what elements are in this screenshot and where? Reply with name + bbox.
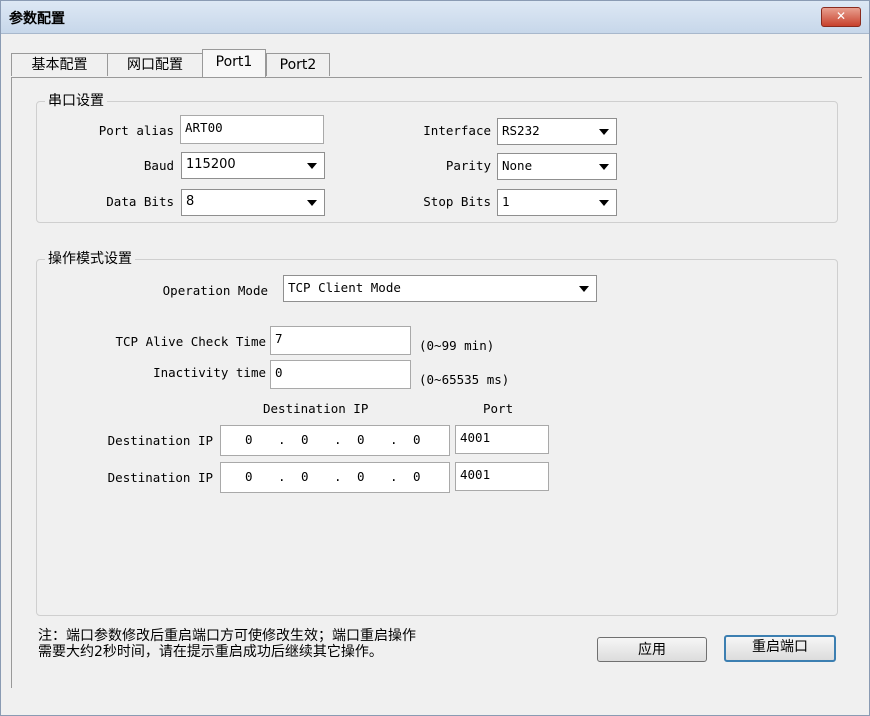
ip-dot: .	[278, 432, 286, 447]
chevron-down-icon	[599, 164, 609, 170]
tab-basic-config[interactable]: 基本配置	[11, 53, 108, 76]
operation-mode-legend: 操作模式设置	[45, 248, 135, 268]
destination-ip-header: Destination IP	[263, 401, 369, 416]
baud-select[interactable]: 115200	[181, 152, 325, 179]
ip-dot: .	[278, 469, 286, 484]
baud-value: 115200	[186, 157, 236, 172]
inactivity-range: (0~65535 ms)	[419, 372, 510, 387]
title-bar: 参数配置 ✕	[1, 1, 869, 34]
window-title: 参数配置	[9, 11, 65, 27]
serial-settings-legend: 串口设置	[45, 90, 107, 110]
parity-label: Parity	[445, 158, 491, 173]
ip-dot: .	[390, 432, 398, 447]
ip-octet[interactable]: 0	[413, 432, 421, 447]
tcp-alive-range: (0~99 min)	[419, 338, 495, 353]
destination-ip-input-1[interactable]: 0 . 0 . 0 . 0	[220, 425, 450, 456]
interface-select[interactable]: RS232	[497, 118, 617, 145]
chevron-down-icon	[307, 200, 317, 206]
ip-dot: .	[334, 432, 342, 447]
stop-bits-label: Stop Bits	[423, 194, 491, 209]
chevron-down-icon	[599, 129, 609, 135]
ip-octet[interactable]: 0	[357, 432, 365, 447]
tab-network-config[interactable]: 网口配置	[107, 53, 203, 76]
interface-label: Interface	[423, 123, 491, 138]
data-bits-select[interactable]: 8	[181, 189, 325, 216]
destination-port-input-1[interactable]: 4001	[455, 425, 549, 454]
port-alias-label: Port alias	[98, 123, 174, 138]
interface-value: RS232	[502, 123, 540, 138]
destination-ip-label-1: Destination IP	[107, 433, 213, 448]
restart-note: 注：端口参数修改后重启端口方可使修改生效；端口重启操作 需要大约2秒时间，请在提…	[38, 628, 416, 660]
restart-note-line-2: 需要大约2秒时间，请在提示重启成功后继续其它操作。	[38, 644, 383, 660]
restart-note-line-1: 注：端口参数修改后重启端口方可使修改生效；端口重启操作	[38, 628, 416, 644]
destination-port-input-2[interactable]: 4001	[455, 462, 549, 491]
apply-button[interactable]: 应用	[597, 637, 707, 662]
ip-octet[interactable]: 0	[413, 469, 421, 484]
stop-bits-value: 1	[502, 194, 510, 209]
data-bits-label: Data Bits	[106, 194, 174, 209]
ip-octet[interactable]: 0	[357, 469, 365, 484]
tcp-alive-label: TCP Alive Check Time	[115, 334, 266, 349]
destination-ip-input-2[interactable]: 0 . 0 . 0 . 0	[220, 462, 450, 493]
data-bits-value: 8	[186, 194, 195, 209]
ip-octet[interactable]: 0	[301, 469, 309, 484]
tab-port2[interactable]: Port2	[266, 53, 330, 76]
port-header: Port	[483, 401, 514, 416]
restart-port-button[interactable]: 重启端口	[724, 635, 836, 662]
baud-label: Baud	[143, 158, 174, 173]
ip-dot: .	[390, 469, 398, 484]
tab-port1[interactable]: Port1	[202, 49, 266, 77]
chevron-down-icon	[307, 163, 317, 169]
close-button[interactable]: ✕	[821, 7, 861, 27]
inactivity-input[interactable]: 0	[270, 360, 411, 389]
operation-mode-select[interactable]: TCP Client Mode	[283, 275, 597, 302]
destination-ip-label-2: Destination IP	[107, 470, 213, 485]
parity-value: None	[502, 158, 533, 173]
ip-dot: .	[334, 469, 342, 484]
tcp-alive-input[interactable]: 7	[270, 326, 411, 355]
close-icon[interactable]: ✕	[836, 9, 846, 23]
chevron-down-icon	[579, 286, 589, 292]
port-alias-input[interactable]: ART00	[180, 115, 324, 144]
operation-mode-value: TCP Client Mode	[288, 280, 401, 295]
ip-octet[interactable]: 0	[245, 469, 253, 484]
ip-octet[interactable]: 0	[301, 432, 309, 447]
ip-octet[interactable]: 0	[245, 432, 253, 447]
inactivity-label: Inactivity time	[153, 365, 266, 380]
stop-bits-select[interactable]: 1	[497, 189, 617, 216]
chevron-down-icon	[599, 200, 609, 206]
config-dialog: 参数配置 ✕ 基本配置 网口配置 Port1 Port2 串口设置 Port a…	[0, 0, 870, 716]
parity-select[interactable]: None	[497, 153, 617, 180]
operation-mode-label: Operation Mode	[162, 283, 268, 298]
